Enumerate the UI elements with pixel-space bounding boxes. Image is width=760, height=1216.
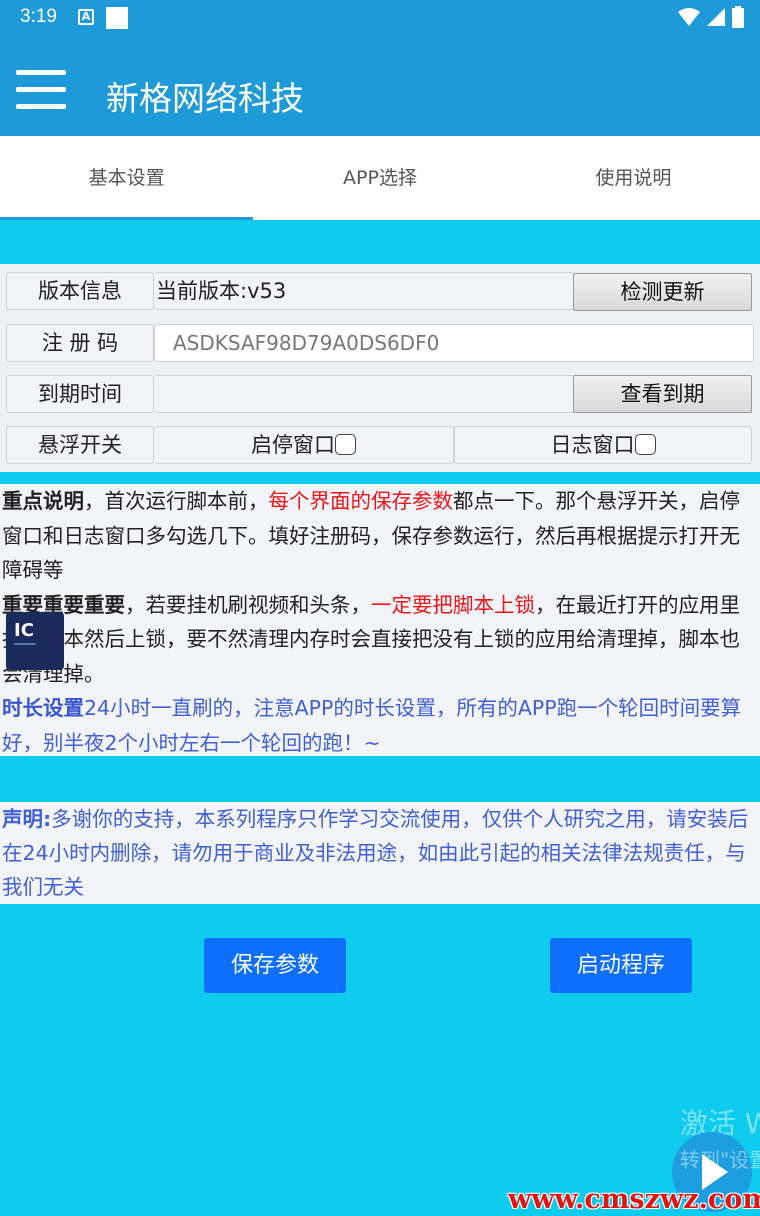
note-paragraph-1: 重点说明，首次运行脚本前，每个界面的保存参数都点一下。那个悬浮开关，启停窗口和日… [2, 489, 740, 582]
notification-square-icon [106, 7, 128, 29]
save-params-button[interactable]: 保存参数 [204, 938, 346, 993]
settings-form: 版本信息 当前版本:v53 检测更新 注 册 码 ASDKSAF98D79A0D… [0, 264, 760, 472]
site-watermark: www.cmszwz.com [508, 1184, 760, 1215]
start-stop-window-label: 启停窗口 [251, 433, 335, 457]
start-stop-window-toggle[interactable]: 启停窗口 [154, 426, 454, 464]
app-bar: 新格网络科技 [0, 36, 760, 136]
instructions-notes: 重点说明，首次运行脚本前，每个界面的保存参数都点一下。那个悬浮开关，启停窗口和日… [0, 484, 760, 756]
reg-code-label: 注 册 码 [6, 324, 154, 362]
wifi-icon [678, 8, 700, 26]
signal-icon [707, 8, 725, 26]
status-icons [678, 6, 744, 28]
version-label: 版本信息 [6, 272, 154, 310]
expiry-value [154, 375, 574, 413]
notification-a-icon: A [78, 9, 94, 25]
goto-settings-watermark: 转到"设置 [680, 1148, 760, 1172]
tab-instructions[interactable]: 使用说明 [507, 136, 760, 220]
view-expiry-button[interactable]: 查看到期 [573, 375, 752, 413]
expiry-label: 到期时间 [6, 375, 154, 413]
tab-app-select[interactable]: APP选择 [253, 136, 506, 220]
disclaimer: 声明:多谢你的支持，本系列程序只作学习交流使用，仅供个人研究之用，请安装后在24… [0, 802, 760, 904]
note-paragraph-2: 重要重要重要，若要挂机刷视频和头条，一定要把脚本上锁，在最近打开的应用里找到脚本… [2, 592, 740, 686]
note-paragraph-3: 时长设置24小时一直刷的，注意APP的时长设置，所有的APP跑一个轮回时间要算好… [2, 696, 742, 755]
app-title: 新格网络科技 [106, 79, 304, 118]
disclaimer-text: 多谢你的支持，本系列程序只作学习交流使用，仅供个人研究之用，请安装后在24小时内… [2, 807, 749, 899]
menu-icon[interactable] [16, 70, 68, 112]
log-window-checkbox[interactable] [634, 434, 656, 455]
float-switch-label: 悬浮开关 [6, 426, 154, 464]
reg-code-input[interactable]: ASDKSAF98D79A0DS6DF0 [154, 324, 754, 362]
check-update-button[interactable]: 检测更新 [573, 273, 752, 311]
status-time: 3:19 [20, 6, 57, 27]
tab-basic-settings[interactable]: 基本设置 [0, 136, 254, 220]
log-window-toggle[interactable]: 日志窗口 [454, 426, 752, 464]
log-window-label: 日志窗口 [550, 433, 635, 457]
tab-bar: 基本设置 APP选择 使用说明 [0, 136, 760, 220]
start-stop-window-checkbox[interactable] [335, 434, 356, 455]
version-value: 当前版本:v53 [154, 272, 574, 310]
disclaimer-label: 声明: [2, 807, 52, 831]
status-bar: 3:19 A [0, 0, 760, 36]
start-program-button[interactable]: 启动程序 [550, 938, 692, 993]
floating-app-icon[interactable]: IC ━━━━━━ [6, 612, 64, 670]
battery-icon [732, 6, 744, 28]
